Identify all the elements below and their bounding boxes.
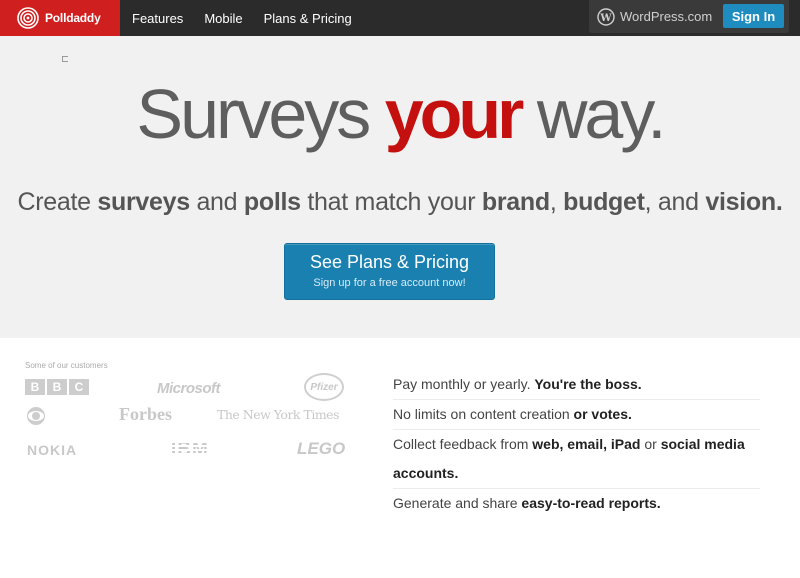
feature-highlight: You're the boss. bbox=[534, 376, 642, 392]
sub-part: Create bbox=[17, 188, 98, 216]
headline-accent: your bbox=[384, 75, 525, 153]
new-york-times-logo: The New York Times bbox=[217, 407, 339, 422]
bbc-letter: B bbox=[47, 379, 67, 395]
lego-logo: LEGO bbox=[297, 439, 346, 458]
feature-text: Pay monthly or yearly. bbox=[393, 376, 535, 392]
see-plans-pricing-button[interactable]: See Plans & Pricing Sign up for a free a… bbox=[284, 243, 495, 300]
list-item: Generate and share easy-to-read reports. bbox=[393, 489, 760, 518]
forbes-logo: Forbes bbox=[119, 404, 172, 424]
feature-list: Pay monthly or yearly. You're the boss. … bbox=[393, 370, 760, 518]
polldaddy-logo[interactable]: Polldaddy bbox=[0, 0, 120, 36]
headline-part: Surveys bbox=[136, 75, 385, 153]
sub-part-bold: vision. bbox=[705, 188, 783, 216]
pfizer-logo: Pfizer bbox=[304, 373, 344, 401]
feature-highlight: easy-to-read reports. bbox=[521, 495, 661, 511]
top-navigation-bar: Polldaddy Features Mobile Plans & Pricin… bbox=[0, 0, 800, 36]
feature-text: No limits on content creation bbox=[393, 406, 574, 422]
wordpress-label[interactable]: WordPress.com bbox=[620, 9, 712, 24]
hero-subheadline: Create surveys and polls that match your… bbox=[0, 188, 800, 217]
polldaddy-logo-icon bbox=[17, 7, 39, 29]
wordpress-icon: W bbox=[597, 7, 615, 26]
feature-text: Generate and share bbox=[393, 495, 522, 511]
sub-part-bold: budget bbox=[563, 188, 645, 216]
nav-features[interactable]: Features bbox=[132, 11, 183, 26]
sub-part-bold: surveys bbox=[97, 188, 190, 216]
nav-plans-pricing[interactable]: Plans & Pricing bbox=[264, 11, 352, 26]
feature-highlight: web, email, iPad bbox=[532, 436, 641, 452]
list-item: No limits on content creation or votes. bbox=[393, 400, 760, 430]
microsoft-logo: Microsoft bbox=[157, 380, 221, 397]
svg-text:W: W bbox=[599, 13, 612, 24]
sub-part-bold: polls bbox=[243, 188, 301, 216]
hero-headline: Surveys your way. bbox=[0, 74, 800, 154]
sub-part: , bbox=[549, 188, 564, 216]
broken-image-icon bbox=[62, 56, 68, 62]
ibm-logo: IBM bbox=[171, 439, 209, 460]
headline-part: way. bbox=[520, 75, 667, 153]
wordpress-login-box: W WordPress.com Sign In bbox=[589, 0, 789, 33]
bbc-letter: B bbox=[25, 379, 45, 395]
list-item: Collect feedback from web, email, iPad o… bbox=[393, 430, 760, 489]
cta-sub-label: Sign up for a free account now! bbox=[313, 277, 466, 289]
sign-in-button[interactable]: Sign In bbox=[723, 4, 784, 28]
feature-text: or bbox=[640, 436, 661, 452]
bbc-logo: BBC bbox=[25, 379, 89, 395]
sub-part: , and bbox=[644, 188, 706, 216]
nokia-logo: NOKIA bbox=[27, 442, 78, 458]
cta-main-label: See Plans & Pricing bbox=[309, 252, 470, 272]
nav-mobile[interactable]: Mobile bbox=[204, 11, 242, 26]
sub-part-bold: brand bbox=[481, 188, 550, 216]
sub-part: and bbox=[189, 188, 244, 216]
feature-text: Collect feedback from bbox=[393, 436, 533, 452]
list-item: Pay monthly or yearly. You're the boss. bbox=[393, 370, 760, 400]
logo-text: Polldaddy bbox=[45, 11, 101, 25]
hero-section: Surveys your way. Create surveys and pol… bbox=[0, 36, 800, 338]
main-nav: Features Mobile Plans & Pricing bbox=[120, 0, 361, 36]
customers-title: Some of our customers bbox=[25, 361, 108, 370]
feature-highlight: or votes. bbox=[573, 406, 632, 422]
sub-part: that match your bbox=[300, 188, 482, 216]
bbc-letter: C bbox=[69, 379, 89, 395]
cbs-eye-logo-icon bbox=[27, 407, 45, 425]
